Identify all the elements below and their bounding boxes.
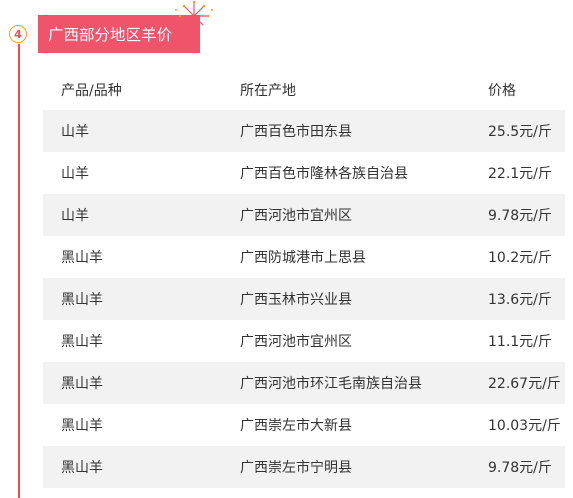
cell-product: 山羊	[43, 110, 240, 152]
cell-price: 22.67元/斤	[488, 362, 565, 404]
cell-origin: 广西百色市田东县	[240, 110, 488, 152]
cell-origin: 广西崇左市大新县	[240, 418, 352, 434]
timeline-line	[18, 44, 20, 498]
cell-origin: 广西防城港市上思县	[240, 250, 366, 266]
cell-origin: 广西河池市环江毛南族自治县	[240, 362, 488, 404]
header-price: 价格	[488, 83, 516, 99]
table-row: 黑山羊 广西河池市环江毛南族自治县 22.67元/斤	[43, 362, 565, 404]
cell-origin: 广西河池市宜州区	[240, 334, 352, 350]
cell-price: 11.1元/斤	[488, 334, 552, 350]
cell-product: 山羊	[61, 166, 89, 182]
table-row: 山羊 广西百色市隆林各族自治县 22.1元/斤	[43, 152, 565, 194]
cell-origin: 广西崇左市宁明县	[240, 446, 488, 488]
step-number-badge: 4	[9, 25, 27, 43]
cell-price: 9.78元/斤	[488, 194, 565, 236]
cell-product: 山羊	[43, 194, 240, 236]
cell-price: 25.5元/斤	[488, 110, 565, 152]
cell-origin: 广西百色市隆林各族自治县	[240, 166, 408, 182]
cell-product: 黑山羊	[61, 418, 103, 434]
header-product: 产品/品种	[61, 83, 122, 99]
table-row: 山羊 广西百色市田东县 25.5元/斤	[43, 110, 565, 152]
cell-origin: 广西河池市宜州区	[240, 194, 488, 236]
cell-product: 黑山羊	[61, 250, 103, 266]
table-header-row: 产品/品种 所在产地 价格	[43, 70, 565, 110]
table-row: 黑山羊 广西防城港市上思县 10.2元/斤	[43, 236, 565, 278]
cell-product: 黑山羊	[43, 446, 240, 488]
cell-product: 黑山羊	[61, 334, 103, 350]
price-table: 产品/品种 所在产地 价格 山羊 广西百色市田东县 25.5元/斤 山羊 广西百…	[43, 70, 565, 488]
section-title: 广西部分地区羊价	[48, 26, 173, 44]
cell-price: 22.1元/斤	[488, 166, 552, 182]
cell-price: 9.78元/斤	[488, 446, 565, 488]
table-row: 黑山羊 广西崇左市宁明县 9.78元/斤	[43, 446, 565, 488]
cell-price: 13.6元/斤	[488, 278, 565, 320]
table-row: 黑山羊 广西崇左市大新县 10.03元/斤	[43, 404, 565, 446]
cell-product: 黑山羊	[43, 362, 240, 404]
cell-price: 10.03元/斤	[488, 418, 561, 434]
cell-origin: 广西玉林市兴业县	[240, 278, 488, 320]
table-row: 黑山羊 广西玉林市兴业县 13.6元/斤	[43, 278, 565, 320]
table-row: 黑山羊 广西河池市宜州区 11.1元/斤	[43, 320, 565, 362]
table-row: 山羊 广西河池市宜州区 9.78元/斤	[43, 194, 565, 236]
header-origin: 所在产地	[240, 83, 296, 99]
firework-icon	[175, 0, 213, 26]
cell-product: 黑山羊	[43, 278, 240, 320]
cell-price: 10.2元/斤	[488, 250, 552, 266]
